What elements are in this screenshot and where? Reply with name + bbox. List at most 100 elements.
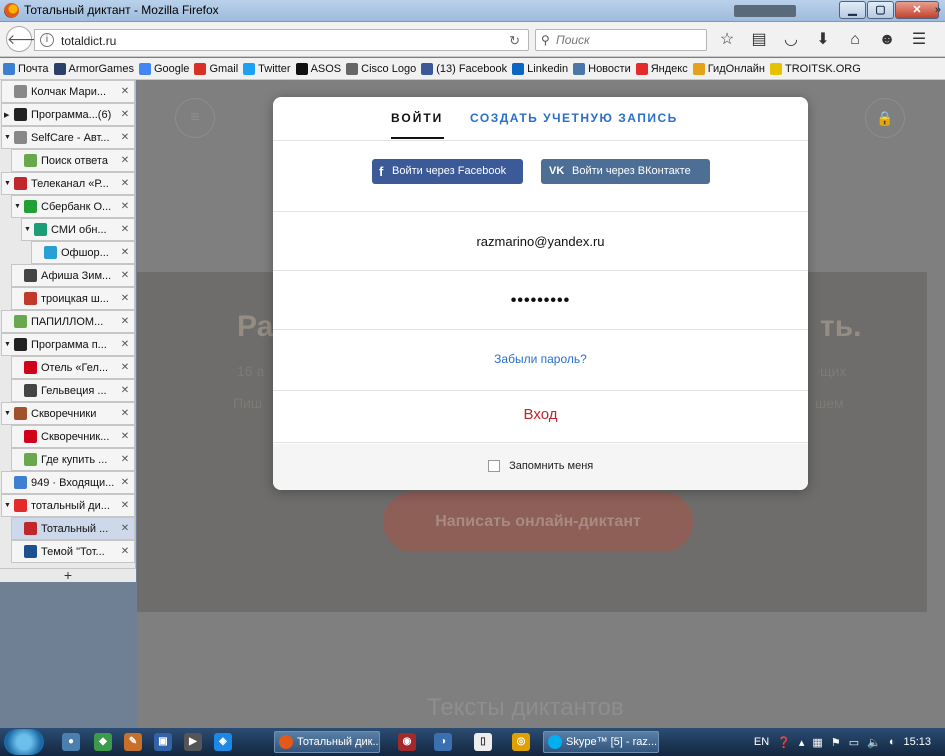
close-icon[interactable]: ✕ — [119, 247, 131, 258]
login-submit-button[interactable]: Вход — [524, 406, 558, 423]
tab-twisty[interactable]: ▼ — [4, 410, 12, 417]
bookmarks-list-icon[interactable]: ▤ — [746, 29, 772, 51]
facebook-login-button[interactable]: f Войти через Facebook — [372, 159, 523, 184]
tab-twisty[interactable]: ▶ — [4, 111, 12, 119]
search-input[interactable] — [556, 33, 696, 47]
close-icon[interactable]: ✕ — [119, 408, 131, 419]
home-icon[interactable]: ⌂ — [842, 29, 868, 51]
document-icon[interactable]: ▯ — [474, 733, 492, 751]
tab-twisty[interactable]: ▼ — [24, 226, 32, 233]
bookmarks-overflow-chevron[interactable]: » — [935, 4, 941, 16]
close-icon[interactable]: ✕ — [119, 316, 131, 327]
close-icon[interactable]: ✕ — [119, 224, 131, 235]
start-button[interactable] — [4, 729, 44, 755]
tab-item[interactable]: троицкая ш... ✕ — [11, 287, 135, 310]
tab-item[interactable]: 949 · Входящи... ✕ — [1, 471, 135, 494]
tab-twisty[interactable]: ▼ — [4, 341, 12, 348]
tab-twisty[interactable]: ▼ — [14, 203, 22, 210]
close-icon[interactable]: ✕ — [119, 178, 131, 189]
tab-item[interactable]: ▼ Программа п... ✕ — [1, 333, 135, 356]
maximize-button[interactable]: ▢ — [867, 1, 894, 19]
reload-icon[interactable]: ↻ — [509, 33, 520, 49]
close-icon[interactable]: ✕ — [119, 546, 131, 557]
close-icon[interactable]: ✕ — [119, 523, 131, 534]
tab-item[interactable]: ▼ SelfCare - Авт... ✕ — [1, 126, 135, 149]
close-icon[interactable]: ✕ — [119, 362, 131, 373]
close-icon[interactable]: ✕ — [119, 109, 131, 120]
bookmark-item[interactable]: ASOS — [295, 62, 341, 75]
download-icon[interactable]: ⬇ — [810, 29, 836, 51]
tab-item[interactable]: Офшор... ✕ — [31, 241, 135, 264]
hamburger-icon[interactable]: ≡ — [175, 98, 215, 138]
bookmark-item[interactable]: Новости — [573, 62, 631, 75]
vk-login-button[interactable]: VK Войти через ВКонтакте — [541, 159, 710, 184]
tab-item[interactable]: ▼ СМИ обн... ✕ — [21, 218, 135, 241]
password-field[interactable]: ••••••••• — [273, 292, 808, 310]
new-tab-button[interactable]: + — [0, 568, 136, 582]
close-icon[interactable]: ✕ — [119, 293, 131, 304]
tab-item[interactable]: Поиск ответа ✕ — [11, 149, 135, 172]
bookmark-item[interactable]: Cisco Logo — [346, 62, 416, 75]
close-icon[interactable]: ✕ — [119, 86, 131, 97]
forgot-password-link[interactable]: Забыли пароль? — [494, 352, 587, 366]
help-icon[interactable]: ❓ — [777, 736, 791, 749]
tab-item[interactable]: Скворечник... ✕ — [11, 425, 135, 448]
menu-icon[interactable]: ☰ — [906, 29, 932, 51]
info-icon[interactable]: i — [40, 33, 54, 47]
save-icon[interactable]: ▣ — [154, 733, 172, 751]
tray-expand-icon[interactable]: ▴ — [799, 736, 805, 749]
chat-icon[interactable]: ☻ — [874, 29, 900, 51]
clock[interactable]: 15:13 — [903, 736, 931, 748]
bookmark-item[interactable]: Linkedin — [512, 62, 568, 75]
shield-icon[interactable]: ◈ — [214, 733, 232, 751]
tab-item[interactable]: ▼ Скворечники ✕ — [1, 402, 135, 425]
bookmark-item[interactable]: Google — [138, 62, 189, 75]
url-text[interactable]: totaldict.ru — [61, 34, 116, 48]
star-icon[interactable]: ☆ — [714, 29, 740, 51]
bookmark-item[interactable]: ArmorGames — [53, 62, 134, 75]
flag-icon[interactable]: ⚑ — [831, 736, 841, 749]
close-icon[interactable]: ✕ — [119, 431, 131, 442]
bookmark-item[interactable]: Яндекс — [635, 62, 688, 75]
tab-item[interactable]: ▼ Телеканал «Р... ✕ — [1, 172, 135, 195]
tab-item[interactable]: ▼ тотальный ди... ✕ — [1, 494, 135, 517]
tab-item[interactable]: Гельвеция ... ✕ — [11, 379, 135, 402]
tab-twisty[interactable]: ▼ — [4, 134, 12, 141]
media-icon[interactable]: ◑ — [434, 733, 452, 751]
minimize-button[interactable]: ▁ — [839, 1, 866, 19]
volume-icon[interactable]: 🔈 — [867, 736, 881, 749]
close-icon[interactable]: ✕ — [119, 477, 131, 488]
close-icon[interactable]: ✕ — [119, 132, 131, 143]
close-icon[interactable]: ✕ — [119, 155, 131, 166]
email-field[interactable] — [273, 213, 808, 270]
bookmark-item[interactable]: ГидОнлайн — [692, 62, 765, 75]
pocket-icon[interactable]: ◡ — [778, 29, 804, 51]
url-bar[interactable]: i totaldict.ru ↻ — [34, 29, 529, 51]
game-icon[interactable]: ◉ — [398, 733, 416, 751]
tab-item[interactable]: Тотальный ... ✕ — [11, 517, 135, 540]
close-icon[interactable]: ✕ — [119, 339, 131, 350]
tab-login[interactable]: ВОЙТИ — [391, 111, 443, 125]
taskbar-task-firefox[interactable]: Тотальный дик... — [274, 731, 380, 753]
taskbar-task-skype[interactable]: Skype™ [5] - raz... — [543, 731, 659, 753]
language-indicator[interactable]: EN — [754, 736, 769, 748]
close-icon[interactable]: ✕ — [119, 201, 131, 212]
bookmark-item[interactable]: TROITSK.ORG — [770, 62, 861, 75]
bookmark-item[interactable]: (13) Facebook — [421, 62, 507, 75]
tab-item[interactable]: Афиша Зим... ✕ — [11, 264, 135, 287]
close-icon[interactable]: ✕ — [119, 385, 131, 396]
tab-item[interactable]: ▼ Сбербанк О... ✕ — [11, 195, 135, 218]
bookmark-item[interactable]: Twitter — [243, 62, 291, 75]
app-tray-icon[interactable]: ◐ — [889, 736, 896, 748]
video-icon[interactable]: ▶ — [184, 733, 202, 751]
network-icon[interactable]: ▦ — [812, 736, 822, 749]
app-icon[interactable]: ◆ — [94, 733, 112, 751]
tab-item[interactable]: ПАПИЛЛОМ... ✕ — [1, 310, 135, 333]
tab-twisty[interactable]: ▼ — [4, 502, 12, 509]
tab-register[interactable]: СОЗДАТЬ УЧЕТНУЮ ЗАПИСЬ — [470, 111, 678, 125]
close-window-button[interactable]: ✕ — [895, 1, 939, 19]
paint-icon[interactable]: ✎ — [124, 733, 142, 751]
tab-item[interactable]: Отель «Гел... ✕ — [11, 356, 135, 379]
lock-icon[interactable]: 🔒 — [865, 98, 905, 138]
tab-item[interactable]: Колчак Мари... ✕ — [1, 80, 135, 103]
